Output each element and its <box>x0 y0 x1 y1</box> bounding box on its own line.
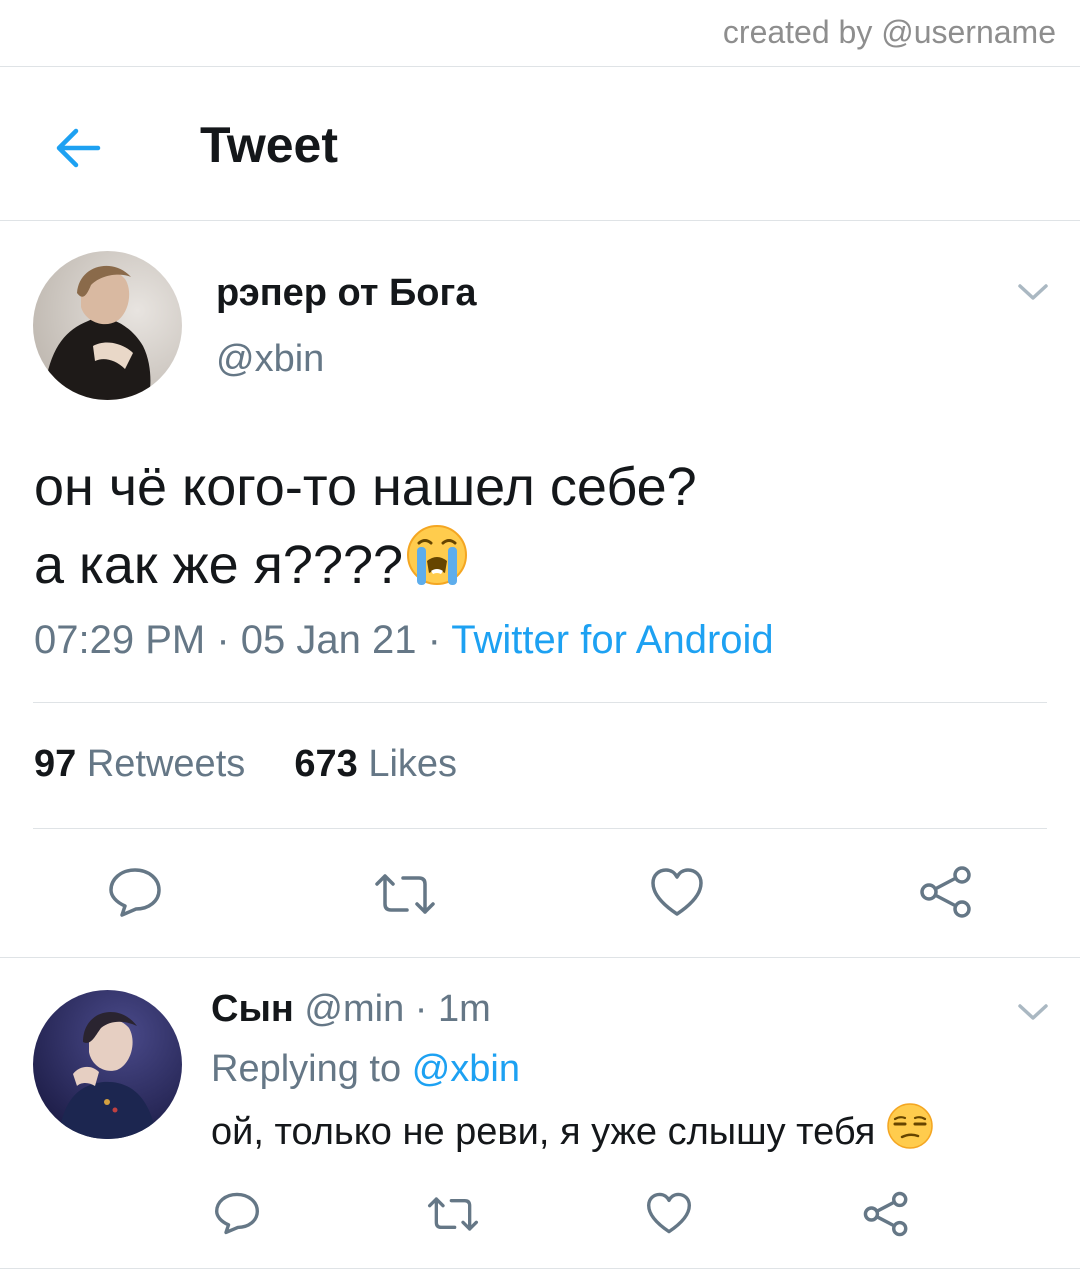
divider <box>33 702 1047 703</box>
like-icon <box>647 1192 692 1234</box>
reply-icon <box>215 1192 259 1235</box>
retweet-button[interactable] <box>373 870 437 923</box>
reply-time-separator: · <box>404 988 439 1030</box>
divider <box>0 957 1080 958</box>
retweets-stat[interactable]: 97 Retweets <box>34 743 245 785</box>
back-arrow-icon <box>56 128 101 168</box>
replying-to-link[interactable]: @xbin <box>412 1048 520 1090</box>
retweets-label: Retweets <box>86 743 246 785</box>
tweet-menu-button[interactable] <box>1016 280 1050 309</box>
reply-time: 1m <box>438 988 491 1030</box>
share-button[interactable] <box>918 864 974 925</box>
divider <box>0 66 1080 67</box>
meta-separator: · <box>205 618 241 662</box>
tweet-meta: 07:29 PM · 05 Jan 21 · Twitter for Andro… <box>34 618 774 663</box>
reply-text-content: ой, только не реви, я уже слышу тебя <box>211 1111 876 1154</box>
reply-text: ой, только не реви, я уже слышу тебя <box>211 1103 934 1160</box>
retweet-icon <box>375 874 435 914</box>
reply-header: Сын @min · 1m <box>211 988 491 1031</box>
author-name[interactable]: рэпер от Бога <box>216 272 476 315</box>
watermark: created by @username <box>722 14 1056 50</box>
back-button[interactable] <box>50 122 106 174</box>
likes-stat[interactable]: 673 Likes <box>294 743 457 785</box>
reply-button[interactable] <box>108 866 162 923</box>
avatar[interactable] <box>33 251 182 400</box>
tweet-text-line-2: а как же я???? <box>34 524 697 608</box>
tweet-date: 05 Jan 21 <box>240 618 417 662</box>
reply-menu-button[interactable] <box>1016 1000 1050 1029</box>
divider <box>33 828 1047 829</box>
reply-icon <box>109 868 161 917</box>
tweet-source-link[interactable]: Twitter for Android <box>451 618 773 662</box>
chevron-down-icon <box>1018 284 1048 300</box>
share-icon <box>863 1191 908 1237</box>
reply-reply-button[interactable] <box>214 1191 260 1240</box>
likes-label: Likes <box>368 743 458 785</box>
reply-avatar[interactable] <box>33 990 182 1139</box>
like-button[interactable] <box>650 866 704 923</box>
retweet-icon <box>427 1197 478 1231</box>
tweet-text: он чё кого-то нашел себе? а как же я???? <box>34 448 697 608</box>
tweet-time: 07:29 PM <box>34 618 206 662</box>
tweet-text-line-2-text: а как же я???? <box>34 535 404 595</box>
reply-like-button[interactable] <box>646 1191 692 1240</box>
tweet-text-line-1: он чё кого-то нашел себе? <box>34 457 697 517</box>
reply-author-handle[interactable]: @min <box>304 988 404 1030</box>
likes-count: 673 <box>294 743 358 785</box>
header-divider <box>0 220 1080 221</box>
replying-to-label: Replying to <box>211 1048 402 1090</box>
tweet-stats: 97 Retweets 673 Likes <box>34 743 457 786</box>
chevron-down-icon <box>1018 1004 1048 1020</box>
reply-retweet-button[interactable] <box>426 1194 480 1239</box>
like-icon <box>651 868 703 916</box>
divider <box>0 1268 1080 1269</box>
reply-author-name[interactable]: Сын <box>211 988 294 1030</box>
meta-separator: · <box>416 618 452 662</box>
unamused-face-icon <box>886 1103 934 1160</box>
loudly-crying-face-icon <box>403 524 469 608</box>
reply-share-button[interactable] <box>862 1190 910 1243</box>
page-title: Tweet <box>200 117 338 173</box>
replying-to: Replying to @xbin <box>211 1048 520 1091</box>
author-handle[interactable]: @xbin <box>216 338 324 381</box>
share-icon <box>920 866 971 918</box>
retweets-count: 97 <box>34 743 77 785</box>
